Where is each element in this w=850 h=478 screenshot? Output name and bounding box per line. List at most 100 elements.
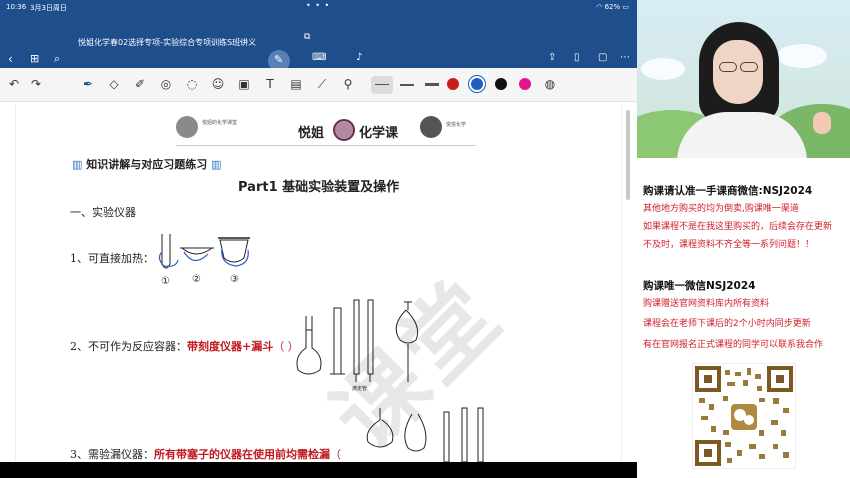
ad-line: 如果课程不是在我这里购买的，后续会存在更新 — [643, 222, 833, 232]
ruler-icon[interactable]: ▤ — [288, 77, 304, 91]
ad-line: 课程会在老师下课后的2个小时内同步更新 — [643, 319, 811, 329]
battery-percent: 62% — [604, 3, 621, 11]
window-icon[interactable]: ⧉ — [304, 32, 310, 42]
status-date: 3月3日周日 — [30, 4, 67, 12]
burette-label: 滴定管 — [352, 385, 367, 392]
drawing-toolbar: ↶ ↷ ✒ ◇ ✐ ◎ ◌ ☺ ▣ T ▤ ⟋ ⚲ ◍ — [0, 68, 637, 102]
separatory-funnel-figure-2 — [404, 413, 427, 452]
undo-icon[interactable]: ↶ — [6, 77, 22, 91]
cloud-decoration — [777, 44, 827, 68]
avatar — [420, 116, 442, 138]
side-panel: 购课请认准一手课商微信:NSJ2024 其他地方购买的均为倒卖,购课唯一渠道 如… — [637, 0, 850, 478]
back-icon[interactable]: ‹ — [8, 52, 13, 66]
burette-figure — [353, 299, 374, 382]
color-red-swatch[interactable] — [447, 78, 459, 90]
bookmark-icon[interactable]: ▯ — [574, 52, 580, 63]
crucible-figure — [218, 237, 250, 267]
section-heading-text: 知识讲解与对应习题练习 — [86, 158, 208, 171]
header-right-name: 悦悦化学 — [446, 122, 467, 128]
item-2-label: 2、不可作为反应容器： — [70, 340, 187, 353]
wifi-icon: ◠ — [596, 3, 603, 11]
export-icon[interactable]: ⇪ — [548, 52, 556, 63]
search-icon[interactable]: ⌕ — [54, 52, 60, 66]
stroke-thick[interactable] — [425, 83, 439, 86]
title-bar: 悦姐化学春02选择专项-实验综合专项训练S班讲义 ⌄ ⧉ ‹ ⊞ ⌕ ✎ ⌨ ♪… — [0, 28, 637, 72]
burette-figure-2 — [443, 411, 450, 462]
page-header: 悦姐的化学课堂 悦姐 化学课 悦悦化学 — [176, 110, 476, 146]
separatory-funnel-figure — [395, 301, 419, 382]
leak-test-glassware-figure — [366, 407, 484, 462]
volumetric-flask-figure — [296, 316, 322, 375]
avatar — [176, 116, 198, 138]
webcam-video — [637, 0, 850, 158]
grid-icon[interactable]: ⊞ — [30, 52, 39, 65]
lasso-icon[interactable]: ◌ — [184, 77, 200, 91]
multitask-dots-icon[interactable]: • • • — [306, 1, 330, 10]
redo-icon[interactable]: ↷ — [28, 77, 44, 91]
subheading: 一、实验仪器 — [70, 206, 136, 219]
status-bar: 10:36 3月3日周日 • • • ◠ 62% ▭ — [0, 0, 637, 28]
book-icon: ▥ — [211, 158, 222, 171]
stroke-medium[interactable] — [400, 84, 414, 86]
book-icon: ▥ — [72, 158, 83, 171]
presenter-hand — [813, 112, 831, 134]
pen-icon[interactable]: ✒ — [80, 77, 96, 91]
ad-heading-1: 购课请认准一手课商微信:NSJ2024 — [643, 185, 813, 197]
scrollbar[interactable] — [626, 110, 630, 200]
heating-apparatus-figure: ① ② ③ — [158, 234, 250, 287]
item-3-label: 3、需验漏仪器： — [70, 448, 154, 461]
item-3-red: 所有带塞子的仪器在使用前均需检漏 — [154, 448, 330, 461]
item-1-label: 1、可直接加热： — [70, 252, 154, 265]
presenter-face — [713, 40, 763, 104]
ad-line: 购课赠送官网资料库内所有资料 — [643, 299, 770, 309]
item-3-row: 3、需验漏仪器：所有带塞子的仪器在使用前均需检漏（ — [70, 446, 341, 462]
pen-mode-icon: ✎ — [274, 53, 284, 66]
more-icon[interactable]: ⋯ — [620, 52, 630, 63]
header-logo-a: 悦姐 — [298, 126, 325, 141]
laser-icon[interactable]: ⟋ — [314, 77, 330, 92]
shape-icon[interactable]: ◎ — [158, 77, 174, 91]
ad-line: 不及时，课程资料不齐全等一系列问题！！ — [643, 240, 815, 250]
cloud-decoration — [641, 58, 685, 80]
text-icon[interactable]: T — [262, 77, 278, 91]
image-icon[interactable]: ▣ — [236, 77, 252, 91]
line-icon[interactable]: ⚲ — [340, 77, 356, 91]
keyboard-icon[interactable]: ⌨ — [312, 52, 326, 63]
logo-portrait — [333, 119, 355, 141]
test-tube-figure — [158, 234, 179, 269]
ad-heading-2: 购课唯一微信NSJ2024 — [643, 280, 756, 292]
ad-line: 有在官网报名正式课程的同学可以联系我合作 — [643, 340, 824, 350]
funnel-bulb-figure — [366, 408, 394, 448]
eraser-icon[interactable]: ◇ — [106, 77, 122, 91]
edit-page-icon[interactable]: ▢ — [598, 52, 607, 63]
ad-line: 其他地方购买的均为倒卖,购课唯一渠道 — [643, 204, 799, 214]
header-logo-b: 化学课 — [359, 126, 399, 141]
wechat-qr-code[interactable] — [692, 363, 796, 469]
stroke-thin[interactable] — [375, 84, 389, 85]
highlighter-icon[interactable]: ✐ — [132, 77, 148, 91]
battery-icon: ▭ — [622, 3, 629, 11]
circle-label-2: ② — [192, 274, 201, 285]
chevron-down-icon[interactable]: ⌄ — [238, 36, 244, 44]
circle-label-3: ③ — [230, 274, 239, 285]
qr-pattern — [695, 366, 793, 466]
color-pink-swatch[interactable] — [519, 78, 531, 90]
color-blue-swatch[interactable] — [471, 78, 483, 90]
note-app-window: 10:36 3月3日周日 • • • ◠ 62% ▭ 悦姐化学春02选择专项-实… — [0, 0, 637, 462]
color-black-swatch[interactable] — [495, 78, 507, 90]
screen: 10:36 3月3日周日 • • • ◠ 62% ▭ 悦姐化学春02选择专项-实… — [0, 0, 850, 478]
item-2-red: 带刻度仪器+漏斗 — [187, 340, 274, 353]
burette-figure-3 — [461, 407, 468, 462]
status-time: 10:36 — [6, 3, 27, 11]
part-title: Part1 基础实验装置及操作 — [238, 180, 400, 195]
document-title[interactable]: 悦姐化学春02选择专项-实验综合专项训练S班讲义 — [78, 37, 256, 48]
measuring-glassware-figure: 滴定管 — [296, 299, 419, 392]
mic-icon[interactable]: ♪ — [356, 52, 362, 63]
header-left-name: 悦姐的化学课堂 — [202, 120, 238, 126]
item-2-row: 2、不可作为反应容器：带刻度仪器+漏斗（ ） — [70, 338, 299, 354]
burette-figure-4 — [477, 407, 484, 462]
sticker-icon[interactable]: ☺ — [210, 77, 226, 91]
document-page[interactable]: 课堂 悦姐的化学课堂 悦姐 化学课 悦悦化学 ▥ 知识讲解与对应习题练习 ▥ P… — [15, 104, 622, 462]
color-picker-icon[interactable]: ◍ — [542, 77, 558, 91]
glasses-right — [740, 62, 758, 72]
